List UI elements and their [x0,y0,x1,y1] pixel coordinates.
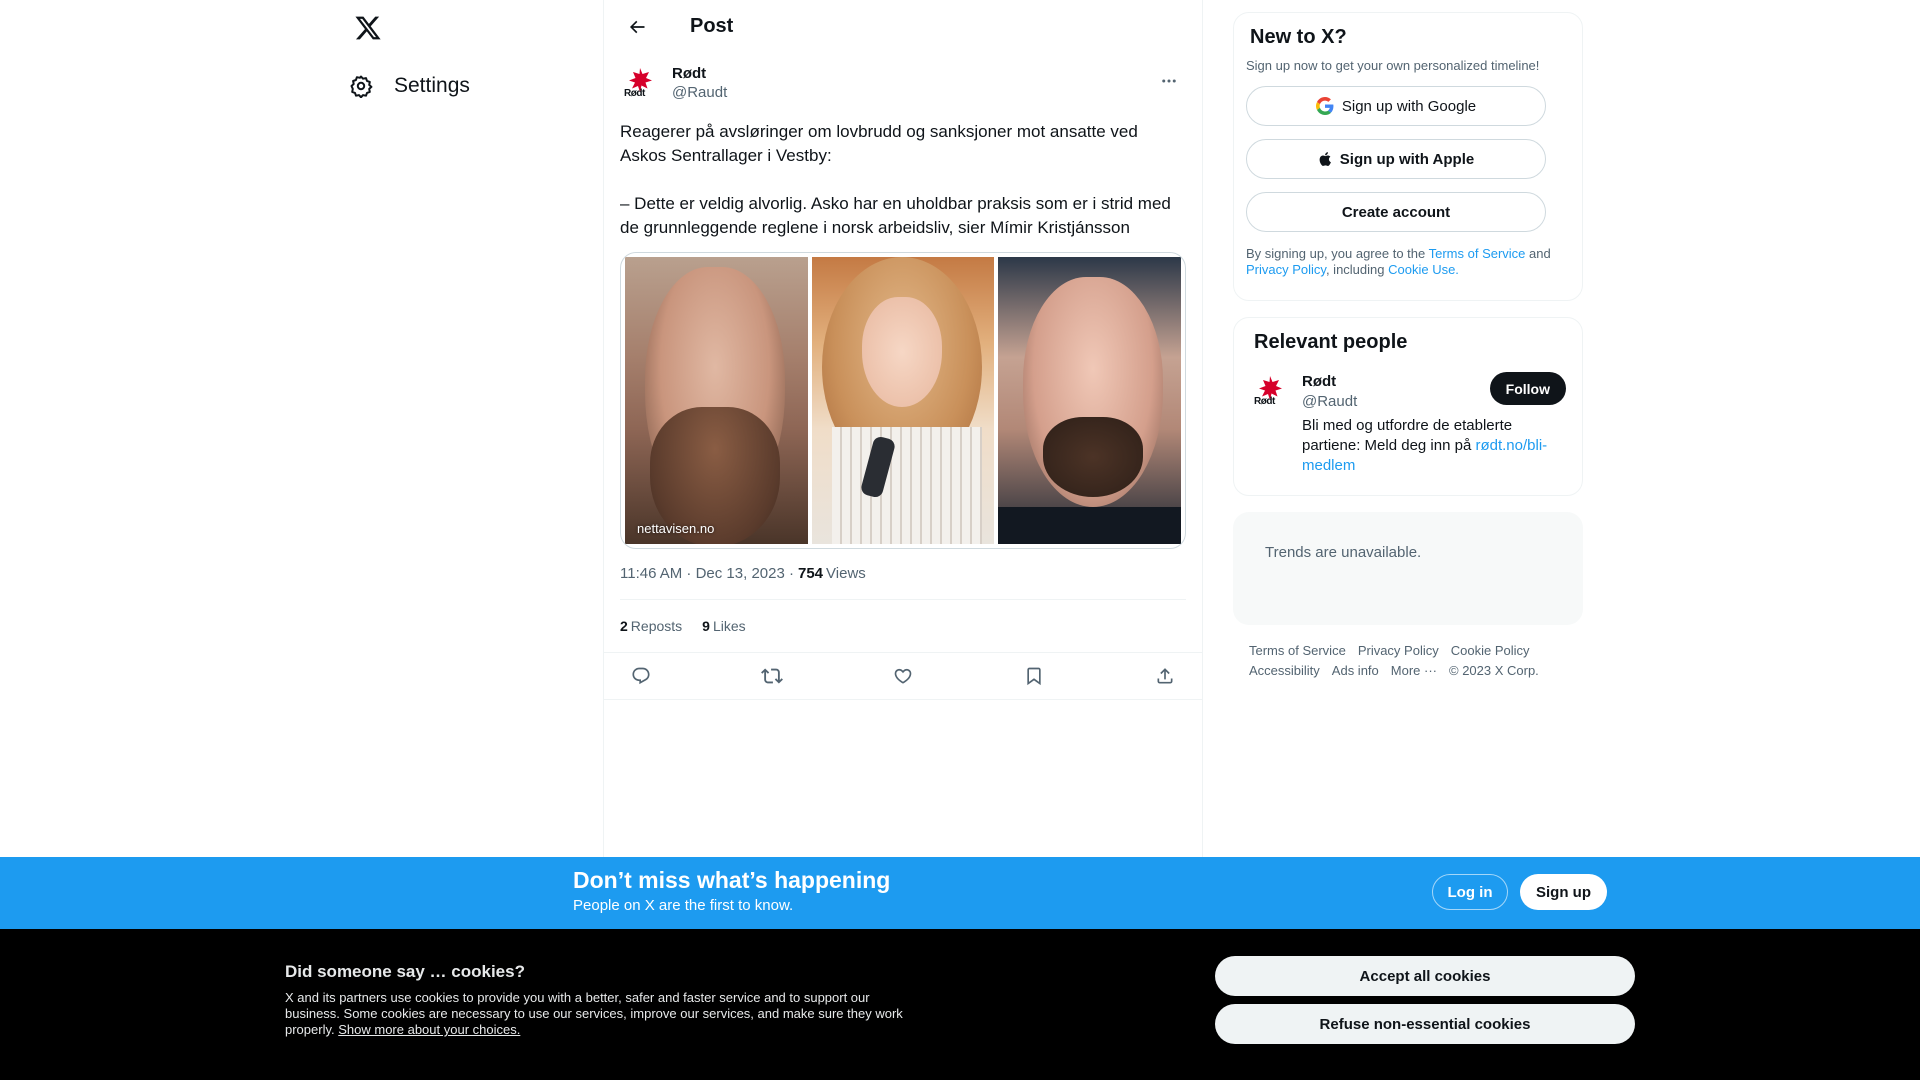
nav-settings-link[interactable]: Settings [348,68,470,104]
more-options-icon[interactable] [1152,64,1186,98]
tweet-media[interactable]: nettavisen.no [620,252,1186,549]
post-header: Post [604,0,1202,53]
media-source-label: nettavisen.no [637,521,715,536]
left-navigation: Settings [340,0,603,858]
gear-icon [348,73,374,99]
bookmark-icon[interactable] [1017,659,1051,693]
relevant-people-card: Relevant people Rødt Rødt @Raudt Bli med… [1233,317,1583,496]
back-arrow-icon[interactable] [620,10,654,44]
relevant-person[interactable]: Rødt Rødt @Raudt Bli med og utfordre de … [1250,372,1566,476]
google-signup-button[interactable]: Sign up with Google [1246,86,1546,126]
tweet-text: Reagerer på avsløringer om lovbrudd og s… [620,122,1171,237]
page-title: Post [690,15,734,37]
media-photo-1 [625,257,808,544]
follow-button[interactable]: Follow [1489,372,1566,405]
footer-privacy-link[interactable]: Privacy Policy [1358,641,1439,661]
person-avatar-text: Rødt [1254,396,1275,407]
views-label: Views [826,564,866,582]
accept-cookies-button[interactable]: Accept all cookies [1215,956,1635,996]
google-icon [1315,97,1334,115]
x-logo-icon[interactable] [348,10,388,46]
cookie-banner: Did someone say … cookies? X and its par… [0,929,1920,1080]
trends-message: Trends are unavailable. [1265,544,1422,561]
google-signup-label: Sign up with Google [1341,97,1477,115]
signup-button[interactable]: Sign up [1520,874,1607,910]
likes-label: Likes [712,618,746,634]
trends-card: Trends are unavailable. [1233,512,1583,625]
terms-link[interactable]: Terms of Service [1429,246,1526,261]
likes-stat[interactable]: 9 Likes [702,618,745,634]
reply-icon[interactable] [624,659,658,693]
login-prompt-bar: Don’t miss what’s happening People on X … [0,857,1920,929]
reposts-label: Reposts [630,618,683,634]
legal-prefix: By signing up, you agree to the [1246,246,1429,261]
cookie-text: X and its partners use cookies to provid… [285,990,915,1038]
tweet-actions [604,652,1202,700]
signup-card: New to X? Sign up now to get your own pe… [1233,12,1583,301]
cookie-use-link[interactable]: Cookie Use. [1388,262,1459,277]
footer-cookie-link[interactable]: Cookie Policy [1451,641,1530,661]
apple-signup-button[interactable]: Sign up with Apple [1246,139,1546,179]
apple-icon [1318,150,1334,168]
signup-subtitle: Sign up now to get your own personalized… [1246,58,1540,73]
nav-settings-label: Settings [394,74,470,97]
login-prompt-title: Don’t miss what’s happening [573,867,891,893]
cookie-title: Did someone say … cookies? [285,962,525,981]
tweet-detail: Rødt Rødt @Raudt Reagerer på avsløringer… [604,64,1202,700]
share-icon[interactable] [1148,659,1182,693]
cookie-choices-link[interactable]: Show more about your choices. [338,1022,520,1037]
legal-and: and [1525,246,1551,261]
create-account-button[interactable]: Create account [1246,192,1546,232]
right-sidebar: New to X? Sign up now to get your own pe… [1233,0,1583,681]
footer-links: Terms of Service Privacy Policy Cookie P… [1233,641,1573,681]
author-avatar[interactable]: Rødt [620,64,660,104]
privacy-link[interactable]: Privacy Policy [1246,262,1326,277]
views-count: 754 [798,564,824,582]
tweet-author-row: Rødt Rødt @Raudt [620,64,1186,108]
login-button[interactable]: Log in [1432,874,1508,910]
person-avatar[interactable]: Rødt [1250,372,1290,412]
footer-ads-link[interactable]: Ads info [1332,661,1379,681]
tweet-timestamp[interactable]: 11:46 AM · Dec 13, 2023 · [620,565,794,582]
main-column: Post Rødt Rødt @Raudt Reagerer på avslør… [603,0,1203,858]
footer-copyright: © 2023 X Corp. [1449,663,1539,678]
avatar-text: Rødt [624,88,645,99]
signup-legal-text: By signing up, you agree to the Terms of… [1246,246,1566,278]
footer-terms-link[interactable]: Terms of Service [1249,641,1346,661]
apple-signup-label: Sign up with Apple [1339,150,1475,168]
person-bio: Bli med og utfordre de etablerte partien… [1302,416,1562,476]
tweet-meta: 11:46 AM · Dec 13, 2023 · 754 Views [620,563,1186,583]
legal-including: , including [1325,262,1389,277]
signup-title: New to X? [1250,26,1347,48]
relevant-people-title: Relevant people [1254,331,1408,353]
reposts-stat[interactable]: 2 Reposts [620,618,682,634]
footer-more-link[interactable]: More ··· [1391,661,1437,681]
refuse-cookies-button[interactable]: Refuse non-essential cookies [1215,1004,1635,1044]
reposts-count: 2 [620,618,628,634]
author-name[interactable]: Rødt [672,64,727,83]
login-prompt-subtitle: People on X are the first to know. [573,897,794,914]
tweet-stats: 2 Reposts 9 Likes [620,600,1186,652]
repost-icon[interactable] [755,659,789,693]
media-photo-3 [998,257,1182,544]
media-photo-2 [811,257,995,544]
like-icon[interactable] [886,659,920,693]
author-handle[interactable]: @Raudt [672,83,727,103]
footer-accessibility-link[interactable]: Accessibility [1249,661,1320,681]
likes-count: 9 [702,618,710,634]
